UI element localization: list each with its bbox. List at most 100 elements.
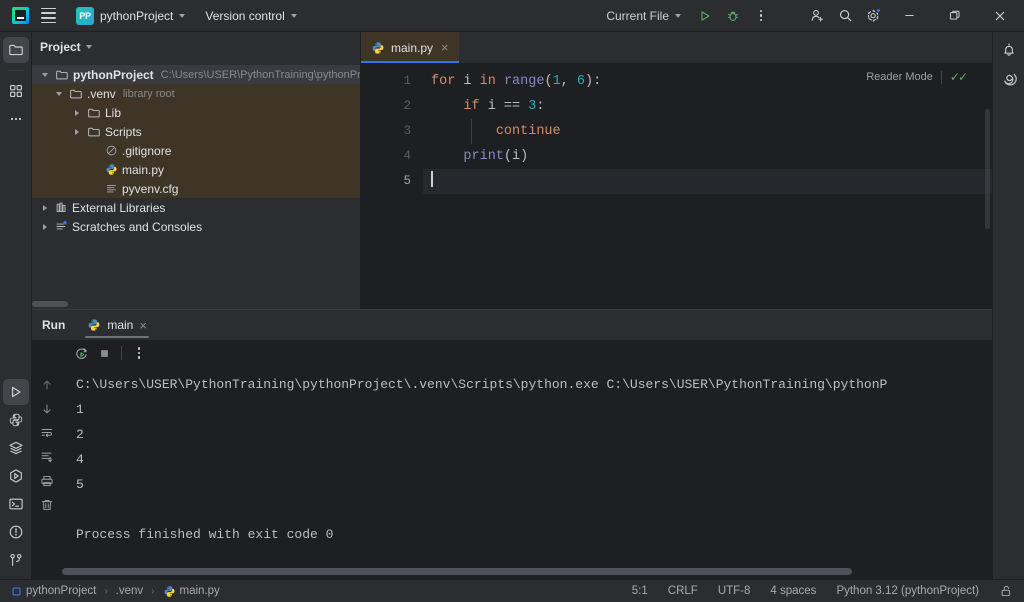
sidebar-item-more[interactable] <box>3 106 29 132</box>
code-token: if <box>463 99 479 114</box>
chevron-down-icon[interactable] <box>52 92 65 96</box>
project-horizontal-scrollbar[interactable] <box>32 299 360 309</box>
search-everywhere-button[interactable] <box>831 3 859 29</box>
tree-node-label: pyvenv.cfg <box>122 182 178 196</box>
share-project-button[interactable] <box>803 3 831 29</box>
tree-node-scratches-and-consoles[interactable]: Scratches and Consoles <box>32 217 360 236</box>
toolbar-separator <box>121 346 122 360</box>
tree-node-lib[interactable]: Lib <box>32 103 360 122</box>
chevron-down-icon[interactable] <box>38 73 51 77</box>
code-line[interactable] <box>423 169 992 194</box>
console-output[interactable]: C:\Users\USER\PythonTraining\pythonProje… <box>62 366 992 579</box>
next-occurrence-button[interactable] <box>36 398 58 420</box>
tree-node-gitignore[interactable]: .gitignore <box>32 141 360 160</box>
console-line: C:\Users\USER\PythonTraining\pythonProje… <box>62 372 992 397</box>
project-tree[interactable]: pythonProjectC:\Users\USER\PythonTrainin… <box>32 61 360 309</box>
run-tab-main[interactable]: main × <box>81 310 153 340</box>
left-tool-rail <box>0 32 32 579</box>
tree-node-pythonproject[interactable]: pythonProjectC:\Users\USER\PythonTrainin… <box>32 65 360 84</box>
main-menu-button[interactable] <box>34 3 62 29</box>
code-line[interactable]: continue <box>423 119 992 144</box>
encoding-widget[interactable]: UTF-8 <box>715 584 754 598</box>
editor-vertical-scrollbar[interactable] <box>985 109 990 229</box>
sidebar-item-problems[interactable] <box>3 519 29 545</box>
previous-occurrence-button[interactable] <box>36 374 58 396</box>
line-separator-widget[interactable]: CRLF <box>665 584 701 598</box>
code-editor[interactable]: 12345 for i in range(1, 6): if i == 3: c… <box>361 63 992 309</box>
close-icon[interactable]: × <box>139 319 147 332</box>
code-token: range <box>504 74 545 89</box>
stop-button[interactable] <box>93 342 115 364</box>
sidebar-item-run[interactable] <box>3 379 29 405</box>
sidebar-item-notifications[interactable] <box>996 37 1022 63</box>
title-bar-right: Current File <box>598 0 1024 32</box>
python-icon <box>8 412 24 428</box>
sidebar-item-services[interactable] <box>3 435 29 461</box>
close-icon[interactable]: × <box>439 41 451 54</box>
caret-position-widget[interactable]: 5:1 <box>629 584 651 598</box>
indent-widget[interactable]: 4 spaces <box>767 584 819 598</box>
debug-button[interactable] <box>719 3 747 29</box>
project-panel-header[interactable]: Project <box>32 32 360 61</box>
rerun-button[interactable] <box>70 342 92 364</box>
soft-wrap-button[interactable] <box>36 422 58 444</box>
maximize-window-button[interactable] <box>932 0 977 32</box>
folder-icon <box>69 87 83 101</box>
code-line[interactable]: print(i) <box>423 144 992 169</box>
more-actions-button[interactable] <box>747 3 775 29</box>
breadcrumb-label: main.py <box>180 585 220 597</box>
app-logo-button[interactable] <box>6 3 34 29</box>
console-horizontal-scrollbar[interactable] <box>62 567 986 576</box>
breadcrumb-item[interactable]: .venv <box>113 584 147 598</box>
chevron-right-icon[interactable] <box>70 110 83 116</box>
code-line[interactable]: if i == 3: <box>423 94 992 119</box>
chevron-right-icon[interactable] <box>38 224 51 230</box>
inspection-status-icon[interactable]: ✓✓ <box>950 70 966 84</box>
tree-node-main-py[interactable]: main.py <box>32 160 360 179</box>
sidebar-item-git[interactable] <box>3 547 29 573</box>
tree-node-scripts[interactable]: Scripts <box>32 122 360 141</box>
sidebar-item-terminal[interactable] <box>3 491 29 517</box>
run-configuration-selector[interactable]: Current File <box>598 4 689 28</box>
run-options-button[interactable] <box>128 342 150 364</box>
sidebar-item-python-console[interactable] <box>3 407 29 433</box>
read-only-toggle[interactable] <box>996 583 1016 599</box>
breadcrumb-item[interactable]: pythonProject <box>8 584 99 598</box>
folder-icon <box>87 106 101 120</box>
ellipsis-icon <box>8 111 24 127</box>
library-icon <box>55 201 68 214</box>
editor-tab-main-py[interactable]: main.py × <box>361 32 459 63</box>
tree-node-pyvenv-cfg[interactable]: pyvenv.cfg <box>32 179 360 198</box>
sidebar-item-project[interactable] <box>3 37 29 63</box>
git-branch-icon <box>8 552 24 568</box>
breadcrumb-item[interactable]: main.py <box>160 584 223 599</box>
widget-separator <box>941 71 942 84</box>
sidebar-item-commit[interactable] <box>3 78 29 104</box>
chevron-right-icon[interactable] <box>38 205 51 211</box>
python-icon <box>163 585 176 598</box>
project-widget[interactable]: PP pythonProject <box>68 4 193 28</box>
close-window-button[interactable] <box>977 0 1022 32</box>
code-token: (i) <box>504 149 528 164</box>
hamburger-menu-icon <box>41 8 56 23</box>
version-control-label: Version control <box>205 9 284 23</box>
chevron-right-icon[interactable] <box>70 129 83 135</box>
sidebar-item-ai-assistant[interactable] <box>996 65 1022 91</box>
settings-button[interactable] <box>859 3 887 29</box>
tree-node-external-libraries[interactable]: External Libraries <box>32 198 360 217</box>
print-button[interactable] <box>36 470 58 492</box>
run-button[interactable] <box>691 3 719 29</box>
pycharm-window: PP pythonProject Version control Current… <box>0 0 1024 602</box>
version-control-widget[interactable]: Version control <box>197 4 304 28</box>
clear-all-button[interactable] <box>36 494 58 516</box>
run-tool-window: Run main × <box>32 309 992 579</box>
tree-node-venv[interactable]: .venvlibrary root <box>32 84 360 103</box>
scroll-to-end-button[interactable] <box>36 446 58 468</box>
code-content[interactable]: for i in range(1, 6): if i == 3: continu… <box>423 63 992 309</box>
reader-mode-widget[interactable]: Reader Mode ✓✓ <box>866 70 966 84</box>
breadcrumb: pythonProject›.venv›main.py <box>8 584 223 599</box>
module-icon <box>11 586 22 597</box>
sidebar-item-profiler[interactable] <box>3 463 29 489</box>
minimize-window-button[interactable] <box>887 0 932 32</box>
interpreter-widget[interactable]: Python 3.12 (pythonProject) <box>833 584 982 598</box>
